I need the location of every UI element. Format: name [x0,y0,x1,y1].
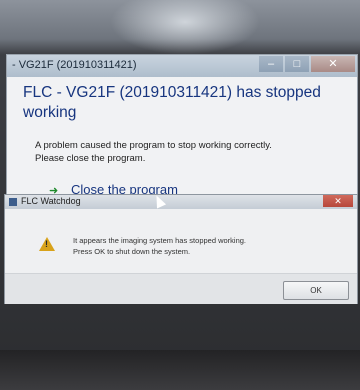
close-button[interactable]: ✕ [311,56,355,72]
monitor-bezel [0,350,360,390]
watchdog-footer: OK [5,273,357,304]
ok-button[interactable]: OK [283,281,349,300]
error-dialog-titlebar: - VG21F (201910311421) – □ ✕ [7,55,357,77]
error-dialog: - VG21F (201910311421) – □ ✕ FLC - VG21F… [6,54,358,206]
error-message: A problem caused the program to stop wor… [35,139,355,165]
error-message-line2: Please close the program. [35,153,146,164]
photo-background: - VG21F (201910311421) – □ ✕ FLC - VG21F… [0,0,360,390]
error-heading: FLC - VG21F (201910311421) has stopped w… [23,84,321,121]
error-message-line1: A problem caused the program to stop wor… [35,140,272,151]
screen-glare [110,0,260,55]
watchdog-close-button[interactable]: ✕ [323,195,353,207]
watchdog-title: FLC Watchdog [21,196,81,206]
error-dialog-title: - VG21F (201910311421) [12,59,137,71]
watchdog-titlebar: FLC Watchdog ✕ [5,195,357,209]
watchdog-dialog: FLC Watchdog ✕ ! It appears the imaging … [4,194,358,304]
minimize-button[interactable]: – [259,56,283,72]
maximize-button[interactable]: □ [285,56,309,72]
watchdog-message-line2: Press OK to shut down the system. [73,247,191,256]
watchdog-message: It appears the imaging system has stoppe… [73,235,348,257]
warning-icon: ! [39,237,55,251]
watchdog-message-line1: It appears the imaging system has stoppe… [73,236,247,245]
app-icon [9,198,17,206]
